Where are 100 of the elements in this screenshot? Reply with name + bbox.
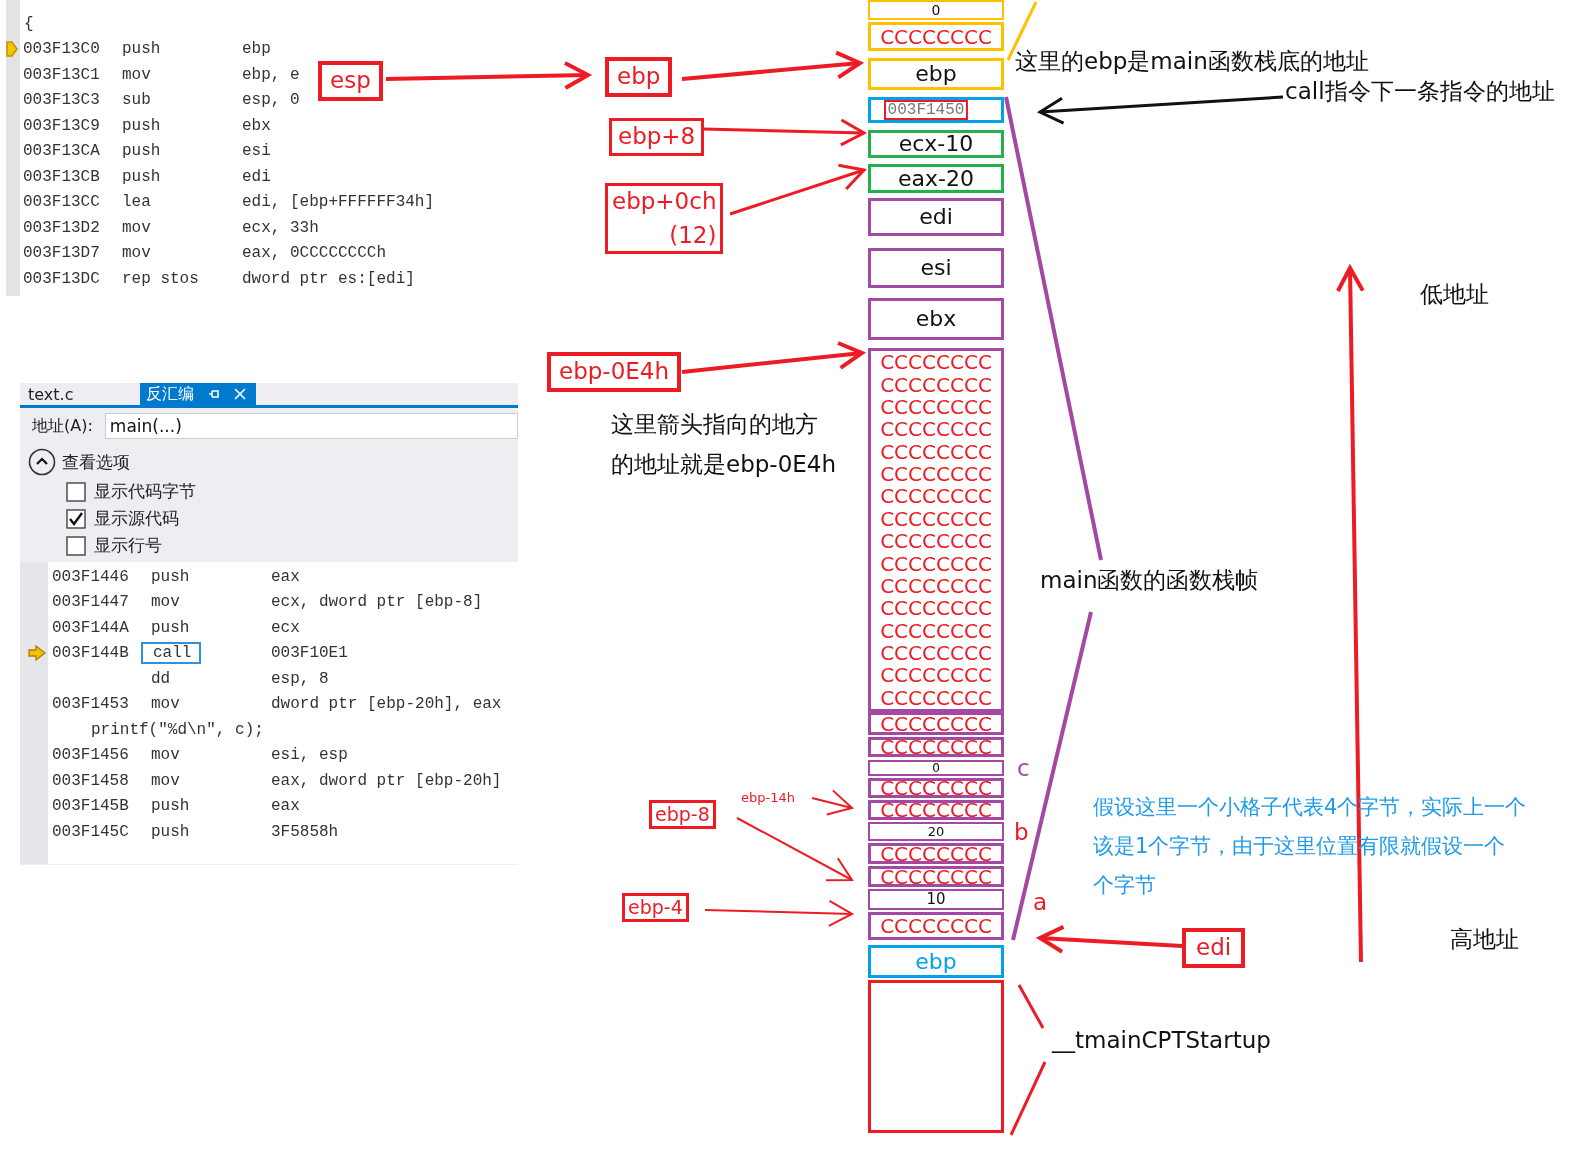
- stack-cell: eax-20: [868, 164, 1004, 193]
- checkbox-option[interactable]: 显示源代码: [66, 507, 510, 530]
- stack-cell: 20: [868, 822, 1004, 841]
- tab[interactable]: 反汇编: [140, 383, 256, 405]
- address-text: 003F13C3: [23, 91, 100, 110]
- register-label: esp: [318, 61, 383, 101]
- operand-text: ecx: [271, 618, 300, 637]
- stack-cell: CCCCCCCC: [868, 866, 1004, 887]
- stack-cell: 0: [868, 760, 1004, 776]
- stack-cell: ebp: [868, 945, 1004, 978]
- source-line: printf("%d\n", c);: [91, 720, 264, 739]
- note-text: call指令下一条指令的地址: [1285, 78, 1555, 106]
- collapse-icon[interactable]: [28, 448, 56, 476]
- opcode-text: mov: [122, 65, 151, 84]
- stack-cell: ecx-10: [868, 130, 1004, 158]
- stack-cell: CCCCCCCC: [868, 912, 1004, 940]
- offset-label: ebp+0ch (12): [605, 183, 724, 255]
- checkbox-option[interactable]: 显示代码字节: [66, 480, 510, 503]
- operand-text: 3F5858h: [271, 822, 339, 841]
- opcode-text: mov: [122, 244, 151, 263]
- stack-cell: CCCCCCCC: [868, 737, 1004, 757]
- operand-text: eax, 0CCCCCCCCh: [242, 244, 387, 263]
- variable-label: a: [1033, 889, 1048, 917]
- operand-text: esi: [242, 142, 271, 161]
- address-text: 003F13C0: [23, 40, 100, 59]
- address-field[interactable]: main(...): [104, 413, 518, 439]
- address-text: 003F144A: [52, 618, 129, 637]
- checkbox-option[interactable]: 显示行号: [66, 534, 510, 557]
- address-text: 003F1456: [52, 746, 129, 765]
- operand-text: esi, esp: [271, 746, 348, 765]
- section-title: 查看选项: [62, 450, 130, 474]
- operand-text: ebx: [242, 116, 271, 135]
- opcode-text: push: [150, 797, 191, 816]
- operand-text: eax, dword ptr [ebp-20h]: [271, 771, 502, 790]
- operand-text: esp, 0: [242, 91, 300, 110]
- opcode-text: push: [150, 567, 191, 586]
- opcode-text: mov: [150, 746, 181, 765]
- stack-cell: ebp: [868, 58, 1004, 90]
- checkbox[interactable]: [66, 481, 86, 502]
- stack-cell: CCCCCCCC: [868, 843, 1004, 864]
- pin-icon[interactable]: [208, 388, 220, 400]
- opcode-text: mov: [122, 218, 151, 237]
- opcode-text: mov: [150, 593, 181, 612]
- function-label: __tmainCPTStartup: [1052, 1027, 1271, 1055]
- operand-text: eax: [271, 797, 300, 816]
- operand-text: dword ptr [ebp-20h], eax: [271, 695, 502, 714]
- operand-text: dword ptr es:[edi]: [242, 269, 415, 288]
- opcode-text: mov: [150, 771, 181, 790]
- note-text: 这里箭头指向的地方 的地址就是ebp-0E4h: [611, 411, 837, 479]
- offset-label: ebp-14h: [741, 790, 795, 806]
- address-text: 003F13CB: [23, 167, 100, 186]
- stack-cell: 10: [868, 889, 1004, 910]
- operand-text: esp, 8: [271, 669, 329, 688]
- address-text: 003F144B: [52, 644, 129, 663]
- close-icon[interactable]: [234, 388, 246, 400]
- address-text: 003F13CA: [23, 142, 100, 161]
- offset-label: ebp+8: [609, 118, 705, 156]
- checkbox[interactable]: [66, 535, 86, 556]
- stack-cell: CCCCCCCC CCCCCCCC CCCCCCCC CCCCCCCC CCCCCCCC CCCCCCCC CCCCCCCC CCCCCCCC CCCCCCCC CCCCCCCC CCCCCCCC CCCCCCCC CCCCCCCC CCCCCCCC CCCCCCCC CCCCCCCC: [868, 348, 1004, 712]
- opcode-text: push: [150, 822, 191, 841]
- opcode-text: dd: [150, 669, 172, 688]
- opcode-text: mov: [150, 695, 181, 714]
- stack-cell: 0: [868, 0, 1004, 20]
- address-text: 003F1458: [52, 771, 129, 790]
- opcode-text: push: [150, 618, 191, 637]
- address-text: 003F13DC: [23, 269, 100, 288]
- address-text: 003F1447: [52, 593, 129, 612]
- stack-cell: CCCCCCCC: [868, 712, 1004, 735]
- opcode-text: sub: [122, 91, 151, 110]
- offset-label: ebp-8: [649, 800, 716, 829]
- operand-text: eax: [271, 567, 300, 586]
- stack-cell: CCCCCCCC: [868, 22, 1004, 51]
- operand-text: ebp, e: [242, 65, 300, 84]
- code-line: {: [24, 14, 34, 33]
- variable-label: c: [1017, 755, 1030, 783]
- operand-text: edi, [ebp+FFFFFF34h]: [242, 193, 435, 212]
- opcode-text: push: [122, 142, 161, 161]
- address-text: 003F1446: [52, 567, 129, 586]
- stack-cell: 003F1450: [868, 97, 1004, 123]
- operand-text: ecx, dword ptr [ebp-8]: [271, 593, 483, 612]
- address-text: 003F13D7: [23, 244, 100, 263]
- checkbox[interactable]: [66, 508, 86, 529]
- address-text: 003F13C1: [23, 65, 100, 84]
- address-text: 003F145B: [52, 797, 129, 816]
- stack-cell: esi: [868, 248, 1004, 288]
- operand-text: edi: [242, 167, 271, 186]
- tab[interactable]: text.c: [20, 383, 140, 405]
- address-text: 003F13CC: [23, 193, 100, 212]
- variable-label: b: [1014, 819, 1029, 847]
- stack-cell: CCCCCCCC: [868, 800, 1004, 820]
- address-text: 003F145C: [52, 822, 129, 841]
- operand-text: ecx, 33h: [242, 218, 319, 237]
- register-label: edi: [1182, 928, 1246, 968]
- register-label: ebp: [605, 57, 673, 97]
- opcode-text: rep stos: [122, 269, 199, 288]
- operand-text: 003F10E1: [271, 644, 348, 663]
- opcode-text: push: [122, 116, 161, 135]
- leader-line: [1017, 984, 1045, 1029]
- note-text: main函数的函数栈帧: [1040, 567, 1259, 595]
- address-text: 003F1453: [52, 695, 129, 714]
